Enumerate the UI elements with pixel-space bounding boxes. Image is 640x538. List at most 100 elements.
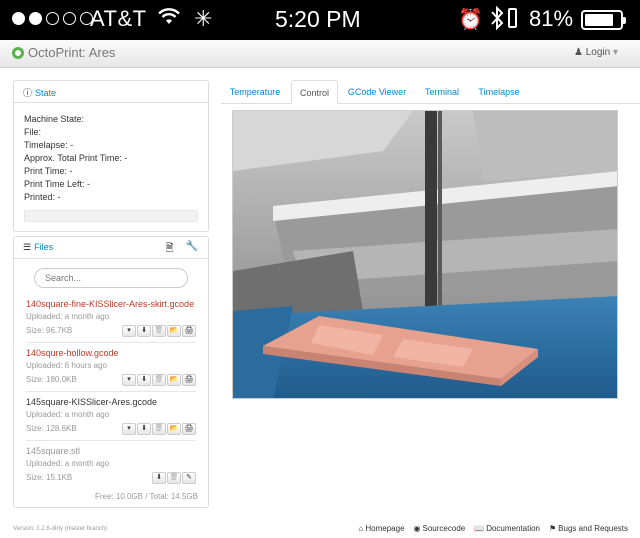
- list-icon: ☰: [23, 242, 32, 252]
- signal-strength-dots: [12, 12, 93, 25]
- sourcecode-label: Sourcecode: [422, 524, 466, 533]
- print-icon[interactable]: 🖨: [182, 325, 196, 337]
- rotation-lock-icon: [508, 8, 517, 28]
- bluetooth-icon: [490, 5, 504, 36]
- state-file: File:: [24, 127, 42, 137]
- bugs-link[interactable]: ⚑ Bugs and Requests: [549, 524, 628, 533]
- select-caret-icon[interactable]: ▾: [122, 374, 136, 386]
- caret-down-icon: ▾: [612, 47, 618, 58]
- login-label: Login: [585, 47, 611, 58]
- state-timelapse: Timelapse: -: [24, 140, 74, 150]
- battery-icon: [581, 10, 626, 30]
- print-icon[interactable]: 🖨: [182, 374, 196, 386]
- file-name[interactable]: 145square-KISSlicer-Ares.gcode: [26, 396, 196, 408]
- tab-control[interactable]: Control: [291, 80, 338, 104]
- webcam-stream[interactable]: [232, 110, 618, 399]
- sourcecode-link[interactable]: ◉ Sourcecode: [414, 524, 466, 533]
- file-list-item[interactable]: 145square.stl Uploaded: a month ago Size…: [26, 441, 196, 489]
- file-list-item[interactable]: 140square-fine-KISSlicer-Ares-skirt.gcod…: [26, 294, 196, 343]
- machine-state: Machine State:: [24, 114, 85, 124]
- state-details: Machine State: File: Timelapse: - Approx…: [14, 103, 208, 204]
- print-icon[interactable]: 🖨: [182, 423, 196, 435]
- files-title: Files: [34, 242, 54, 252]
- status-time: 5:20 PM: [275, 6, 361, 32]
- printed: Printed: -: [24, 192, 61, 202]
- state-panel: ⓘ State Machine State: File: Timelapse: -…: [13, 80, 209, 232]
- github-icon: ◉: [413, 524, 421, 533]
- brand-title: OctoPrint: Ares: [28, 45, 116, 60]
- file-actions: ⬇ 🗑 ✎: [152, 472, 196, 484]
- version-text: Version: 1.2.6-dirty (master branch): [13, 526, 108, 532]
- signal-dot: [63, 12, 76, 25]
- trash-icon[interactable]: 🗑: [152, 423, 166, 435]
- file-name[interactable]: 145square.stl: [26, 445, 196, 457]
- battery-level: [585, 14, 613, 26]
- files-search-input[interactable]: [34, 268, 188, 288]
- state-title: State: [35, 88, 57, 98]
- documentation-label: Documentation: [486, 524, 540, 533]
- approx-total-print-time: Approx. Total Print Time: -: [24, 153, 128, 163]
- file-uploaded: Uploaded: 6 hours ago: [26, 361, 107, 370]
- download-icon[interactable]: ⬇: [137, 423, 151, 435]
- user-icon: ♟: [573, 47, 583, 58]
- bugs-label: Bugs and Requests: [558, 524, 628, 533]
- home-icon: ⌂: [358, 524, 364, 533]
- main-tabs: Temperature Control GCode Viewer Termina…: [221, 80, 640, 104]
- files-panel-header[interactable]: ☰ Files 🗎 🔧: [14, 237, 208, 259]
- battery-percentage: 81%: [529, 6, 574, 31]
- tab-terminal[interactable]: Terminal: [418, 80, 466, 104]
- file-icon[interactable]: 🗎: [166, 241, 174, 258]
- folder-open-icon[interactable]: 📂: [167, 374, 181, 386]
- wifi-icon: [158, 8, 180, 32]
- tab-timelapse[interactable]: Timelapse: [471, 80, 527, 104]
- print-progress-bar: [24, 210, 198, 222]
- slice-icon[interactable]: ✎: [182, 472, 196, 484]
- login-menu[interactable]: ♟ Login ▾: [574, 47, 618, 58]
- tab-gcode-viewer[interactable]: GCode Viewer: [342, 80, 412, 104]
- footer: Version: 1.2.6-dirty (master branch) ⌂ Ho…: [0, 520, 640, 538]
- select-caret-icon[interactable]: ▾: [122, 325, 136, 337]
- download-icon[interactable]: ⬇: [137, 374, 151, 386]
- alarm-icon: ⏰: [458, 9, 483, 31]
- activity-spinner-icon: ✳: [194, 6, 213, 31]
- file-list-item[interactable]: 145square-KISSlicer-Ares.gcode Uploaded:…: [26, 392, 196, 441]
- print-time-left: Print Time Left: -: [24, 179, 91, 189]
- octoprint-logo-icon: [12, 46, 24, 59]
- top-navbar: OctoPrint: Ares ♟ Login ▾: [0, 40, 640, 68]
- file-uploaded: Uploaded: a month ago: [26, 312, 110, 321]
- homepage-label: Homepage: [365, 524, 405, 533]
- file-uploaded: Uploaded: a month ago: [26, 410, 110, 419]
- select-caret-icon[interactable]: ▾: [122, 423, 136, 435]
- webcam-image: [233, 111, 617, 398]
- signal-dot: [29, 12, 42, 25]
- documentation-link[interactable]: 📖 Documentation: [474, 524, 540, 533]
- brand[interactable]: OctoPrint: Ares: [12, 45, 115, 60]
- download-icon[interactable]: ⬇: [152, 472, 166, 484]
- signal-dot: [46, 12, 59, 25]
- folder-open-icon[interactable]: 📂: [167, 325, 181, 337]
- file-actions: ▾ ⬇ 🗑 📂 🖨: [122, 374, 196, 386]
- info-icon: ⓘ: [23, 88, 33, 98]
- wrench-icon[interactable]: 🔧: [186, 241, 198, 258]
- footer-links: ⌂ Homepage ◉ Sourcecode 📖 Documentation ⚑ Bu…: [359, 524, 628, 533]
- file-list-item[interactable]: 140squre-hollow.gcode Uploaded: 6 hours …: [26, 343, 196, 392]
- trash-icon[interactable]: 🗑: [152, 325, 166, 337]
- carrier-name: AT&T: [90, 6, 147, 31]
- trash-icon[interactable]: 🗑: [167, 472, 181, 484]
- homepage-link[interactable]: ⌂ Homepage: [359, 524, 405, 533]
- file-name[interactable]: 140squre-hollow.gcode: [26, 347, 196, 359]
- file-actions: ▾ ⬇ 🗑 📂 🖨: [122, 423, 196, 435]
- folder-open-icon[interactable]: 📂: [167, 423, 181, 435]
- tab-temperature[interactable]: Temperature: [221, 80, 289, 104]
- flag-icon: ⚑: [549, 524, 557, 533]
- storage-free: Free: 10.0GB / Total: 14.5GB: [94, 492, 198, 501]
- trash-icon[interactable]: 🗑: [152, 374, 166, 386]
- file-name[interactable]: 140square-fine-KISSlicer-Ares-skirt.gcod…: [26, 298, 196, 310]
- ios-status-bar: AT&T ✳ 5:20 PM ⏰ 81%: [0, 0, 640, 40]
- signal-dot: [12, 12, 25, 25]
- print-time: Print Time: -: [24, 166, 73, 176]
- book-icon: 📖: [474, 524, 485, 533]
- file-actions: ▾ ⬇ 🗑 📂 🖨: [122, 325, 196, 337]
- state-panel-header[interactable]: ⓘ State: [14, 81, 208, 103]
- download-icon[interactable]: ⬇: [137, 325, 151, 337]
